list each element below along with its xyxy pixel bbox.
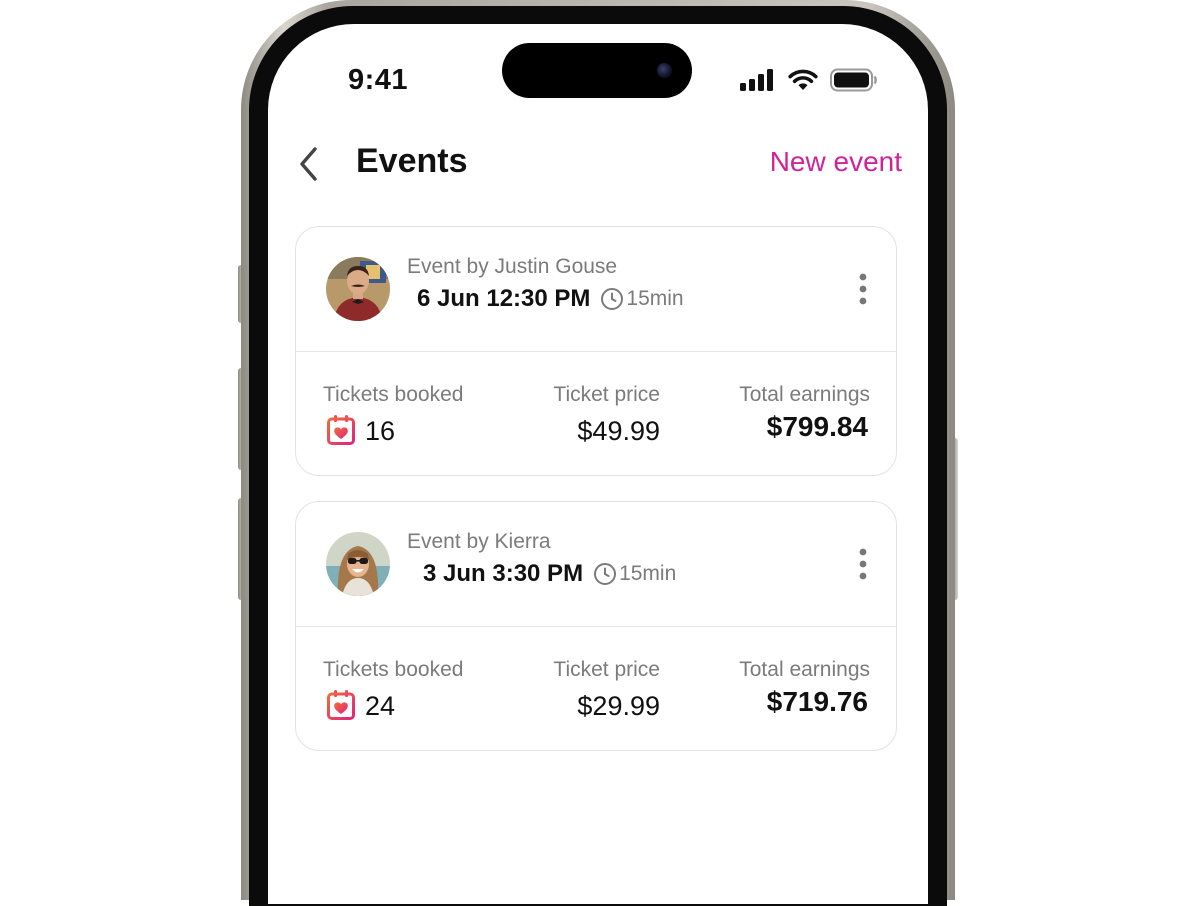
event-datetime-row: 3 Jun 3:30 PM 15min bbox=[423, 560, 676, 588]
status-icons bbox=[740, 68, 878, 92]
new-event-button[interactable]: New event bbox=[770, 146, 902, 178]
event-duration: 15min bbox=[626, 287, 684, 310]
event-date: 6 Jun 12:30 PM bbox=[417, 285, 591, 312]
clock-icon bbox=[601, 288, 624, 310]
avatar bbox=[326, 532, 390, 596]
total-earnings-value: $719.76 bbox=[766, 686, 868, 717]
tickets-booked-label: Tickets booked bbox=[323, 658, 464, 681]
phone-screen: 9:41 Events New event Event by Justin Go… bbox=[268, 24, 928, 904]
total-earnings-label: Total earnings bbox=[739, 383, 870, 406]
signal-icon bbox=[740, 69, 773, 91]
total-earnings-value: $799.84 bbox=[766, 411, 868, 442]
ticket-price-value: $49.99 bbox=[577, 416, 660, 446]
wifi-icon bbox=[788, 69, 818, 90]
event-duration: 15min bbox=[619, 562, 677, 585]
tickets-booked-label: Tickets booked bbox=[323, 383, 464, 406]
ticket-price-value: $29.99 bbox=[577, 691, 660, 721]
page-title: Events bbox=[356, 142, 468, 180]
status-time: 9:41 bbox=[348, 64, 409, 96]
event-organizer: Event by Kierra bbox=[407, 530, 551, 553]
more-vertical-icon[interactable] bbox=[858, 273, 868, 305]
ticket-price-label: Ticket price bbox=[553, 658, 660, 681]
event-card-header: Event by Justin Gouse 6 Jun 12:30 PM 15m… bbox=[296, 227, 896, 352]
event-card-header: Event by Kierra 3 Jun 3:30 PM 15min bbox=[296, 502, 896, 627]
ticket-price-label: Ticket price bbox=[553, 383, 660, 406]
event-organizer: Event by Justin Gouse bbox=[407, 255, 618, 278]
front-camera bbox=[657, 63, 672, 78]
more-vertical-icon[interactable] bbox=[858, 548, 868, 580]
calendar-heart-icon bbox=[327, 690, 355, 720]
avatar bbox=[326, 257, 390, 321]
event-card[interactable]: Event by Kierra 3 Jun 3:30 PM 15min Tick… bbox=[295, 501, 897, 751]
navigation-bar: Events New event bbox=[268, 142, 928, 192]
total-earnings-label: Total earnings bbox=[739, 658, 870, 681]
back-chevron-icon[interactable] bbox=[294, 144, 324, 184]
event-datetime-row: 6 Jun 12:30 PM 15min bbox=[417, 285, 684, 313]
event-date: 3 Jun 3:30 PM bbox=[423, 560, 584, 587]
dynamic-island bbox=[502, 43, 692, 98]
event-card[interactable]: Event by Justin Gouse 6 Jun 12:30 PM 15m… bbox=[295, 226, 897, 476]
battery-icon bbox=[830, 68, 877, 92]
calendar-heart-icon bbox=[327, 415, 355, 445]
clock-icon bbox=[594, 563, 617, 585]
tickets-booked-value: 16 bbox=[365, 416, 396, 446]
tickets-booked-value: 24 bbox=[365, 691, 396, 721]
